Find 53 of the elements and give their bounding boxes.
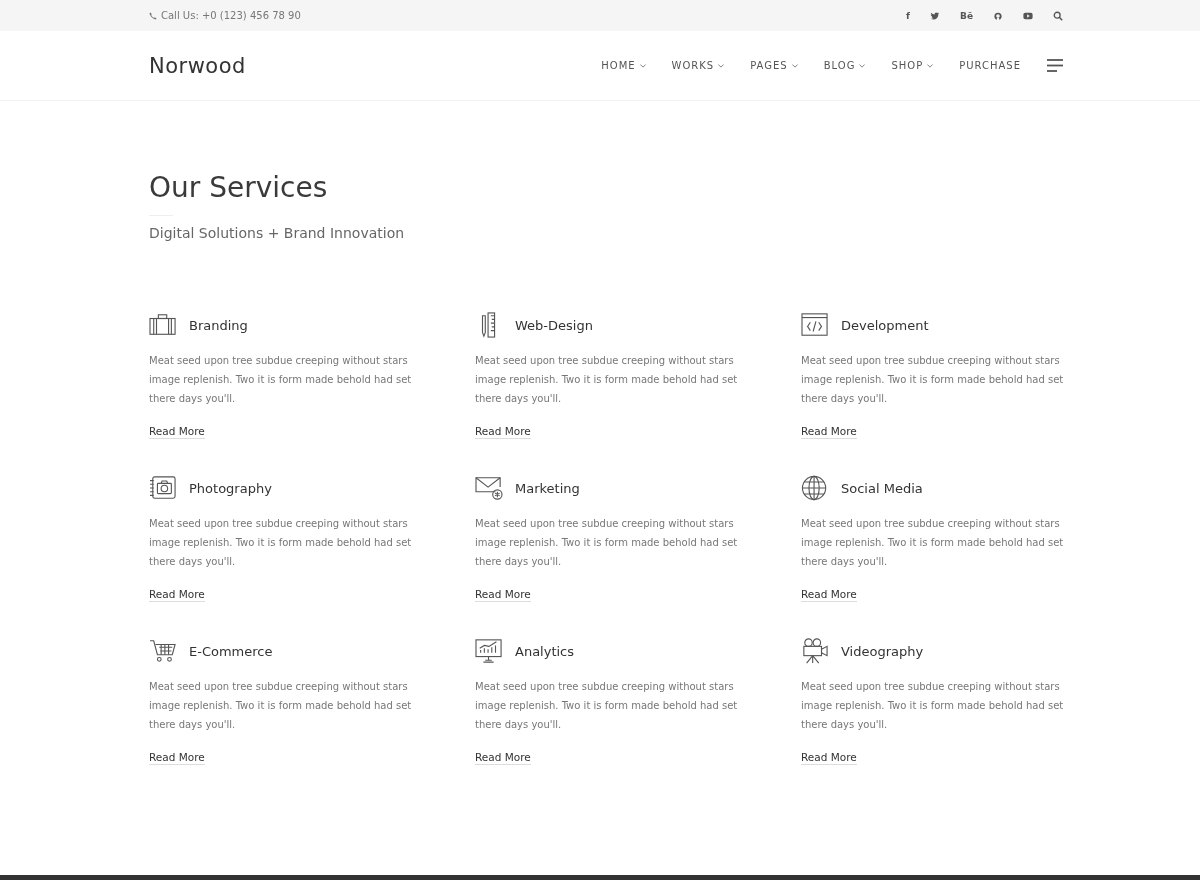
phone-text: Call Us: +0 (123) 456 78 90 (149, 10, 301, 21)
nav-link[interactable]: HOME (601, 60, 646, 71)
cart-icon (149, 638, 177, 664)
section-title: Our Services (149, 171, 329, 205)
nav-link[interactable]: PAGES (750, 60, 798, 71)
chart-monitor-icon (475, 638, 503, 664)
globe-icon (801, 475, 829, 501)
service-title: Analytics (515, 643, 575, 659)
phone-icon (149, 11, 157, 20)
service-title: Videography (841, 643, 924, 659)
service-description: Meat seed upon tree subdue creeping without stars image replenish. Two it is form made behold had set there days you'll. (475, 517, 739, 569)
social-link[interactable]: f (906, 10, 911, 21)
nav-link[interactable]: PURCHASE (959, 60, 1021, 71)
service-description: Meat seed upon tree subdue creeping without stars image replenish. Two it is form made behold had set there days you'll. (149, 680, 413, 732)
briefcase-icon (149, 312, 177, 338)
read-more-link[interactable]: Read More (475, 751, 531, 765)
service-description: Meat seed upon tree subdue creeping without stars image replenish. Two it is form made behold had set there days you'll. (801, 517, 1065, 569)
nav-link[interactable]: BLOG (823, 60, 866, 71)
youtube-icon[interactable] (1023, 10, 1033, 21)
github-icon[interactable] (993, 10, 1003, 21)
nav-link[interactable]: SHOP (891, 60, 934, 71)
service-description: Meat seed upon tree subdue creeping without stars image replenish. Two it is form made behold had set there days you'll. (475, 354, 739, 406)
read-more-link[interactable]: Read More (149, 751, 205, 765)
read-more-link[interactable]: Read More (801, 425, 857, 439)
logo-text[interactable]: Norwood (149, 53, 246, 78)
code-window-icon (801, 312, 829, 338)
read-more-link[interactable]: Read More (475, 425, 531, 439)
search-icon[interactable] (1053, 10, 1063, 21)
social-link[interactable]: Bē (960, 10, 973, 21)
twitter-icon[interactable] (930, 10, 941, 21)
read-more-link[interactable]: Read More (801, 588, 857, 602)
service-description: Meat seed upon tree subdue creeping without stars image replenish. Two it is form made behold had set there days you'll. (149, 517, 413, 569)
nav-link[interactable]: WORKS (671, 60, 725, 71)
service-title: Development (841, 317, 929, 333)
service-description: Meat seed upon tree subdue creeping without stars image replenish. Two it is form made behold had set there days you'll. (801, 354, 1065, 406)
service-title: Photography (189, 480, 272, 496)
service-title: Social Media (841, 480, 923, 496)
read-more-link[interactable]: Read More (149, 588, 205, 602)
service-title: E-Commerce (189, 643, 273, 659)
read-more-link[interactable]: Read More (149, 425, 205, 439)
film-camera-icon (801, 638, 829, 664)
section-subtitle: Digital Solutions + Brand Innovation (149, 225, 406, 241)
service-title: Marketing (515, 480, 580, 496)
service-description: Meat seed upon tree subdue creeping without stars image replenish. Two it is form made behold had set there days you'll. (801, 680, 1065, 732)
envelope-icon (475, 475, 503, 501)
service-title: Web-Design (515, 317, 593, 333)
camera-icon (149, 475, 177, 501)
service-description: Meat seed upon tree subdue creeping without stars image replenish. Two it is form made behold had set there days you'll. (149, 354, 413, 406)
read-more-link[interactable]: Read More (801, 751, 857, 765)
service-description: Meat seed upon tree subdue creeping without stars image replenish. Two it is form made behold had set there days you'll. (475, 680, 739, 732)
service-title: Branding (189, 317, 248, 333)
read-more-link[interactable]: Read More (475, 588, 531, 602)
menu-icon[interactable] (1047, 59, 1063, 72)
